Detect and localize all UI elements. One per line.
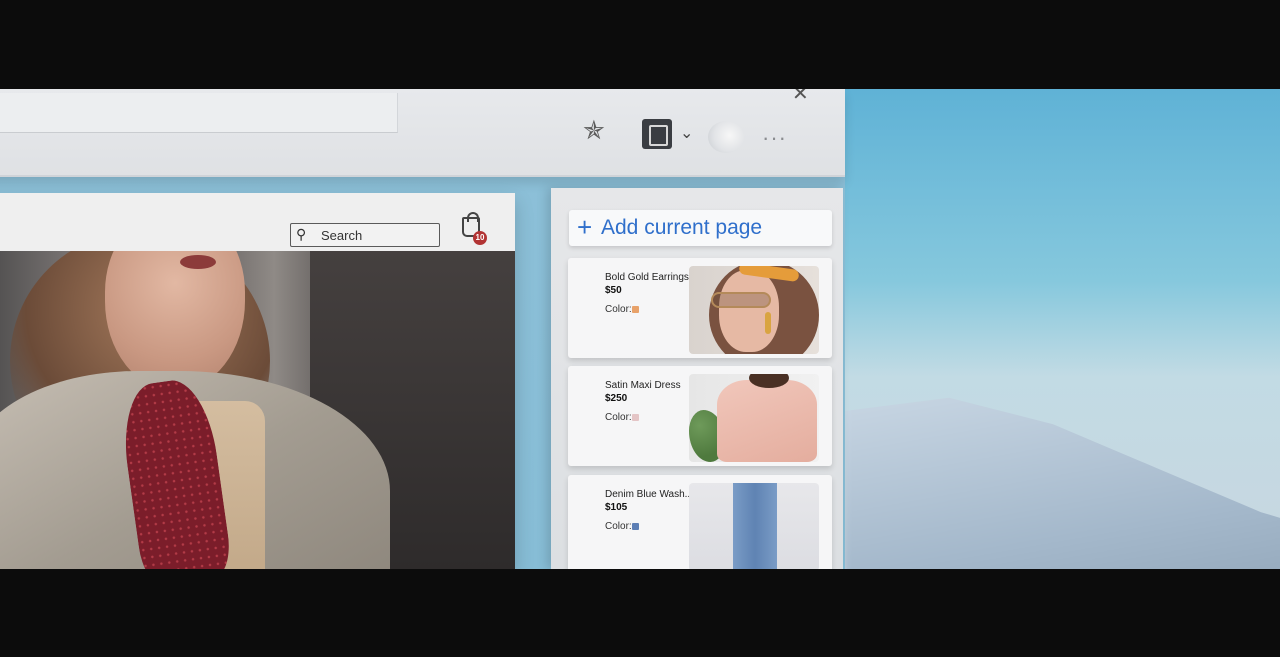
close-icon[interactable]: ✕ [792,89,809,106]
item-thumbnail [689,266,819,354]
hero-image [0,251,515,569]
more-icon[interactable]: ··· [762,125,787,151]
collections-panel: + Add current page Bold Gold Earrings $5… [551,188,843,569]
scene: ✕ ✯ ⌄ ··· ⚲ Search 10 + Add current page… [0,89,1280,569]
add-current-page-button[interactable]: + Add current page [569,210,832,246]
browser-toolbar: ✕ ✯ ⌄ ··· [0,89,845,177]
shop-header: ⚲ Search 10 [0,193,515,251]
collection-item-dress[interactable]: Satin Maxi Dress $250 Color: [568,366,832,466]
item-price: $105 [605,502,628,513]
bag-count-badge: 10 [473,231,487,245]
shop-page: ⚲ Search 10 [0,193,515,569]
item-price: $250 [605,393,628,404]
letterbox-bottom [0,569,1280,657]
profile-icon[interactable] [708,121,744,153]
collection-item-earrings[interactable]: Bold Gold Earrings $50 Color: [568,258,832,358]
item-color-label: Color: [605,412,632,423]
collection-item-denim[interactable]: Denim Blue Wash.. $105 Color: [568,475,832,569]
favorites-star-icon[interactable]: ✯ [583,115,605,146]
item-name: Bold Gold Earrings [605,272,689,283]
item-color-swatch [632,414,639,421]
collections-icon[interactable] [642,119,672,149]
item-color-swatch [632,523,639,530]
search-input[interactable]: ⚲ Search [290,223,440,247]
search-placeholder: Search [321,228,363,243]
search-icon: ⚲ [296,226,307,242]
item-name: Denim Blue Wash.. [605,489,691,500]
letterbox-top [0,0,1280,89]
item-thumbnail [689,374,819,462]
item-thumbnail [689,483,819,569]
item-price: $50 [605,285,622,296]
item-name: Satin Maxi Dress [605,380,681,391]
item-color-swatch [632,306,639,313]
chevron-down-icon[interactable]: ⌄ [680,123,693,143]
add-current-page-label: Add current page [601,216,763,239]
hero-lips [180,255,216,269]
address-bar[interactable] [0,93,398,133]
item-color-label: Color: [605,521,632,532]
item-color-label: Color: [605,304,632,315]
plus-icon: + [577,212,593,242]
browser-window: ✕ ✯ ⌄ ··· ⚲ Search 10 + Add current page… [0,89,845,569]
